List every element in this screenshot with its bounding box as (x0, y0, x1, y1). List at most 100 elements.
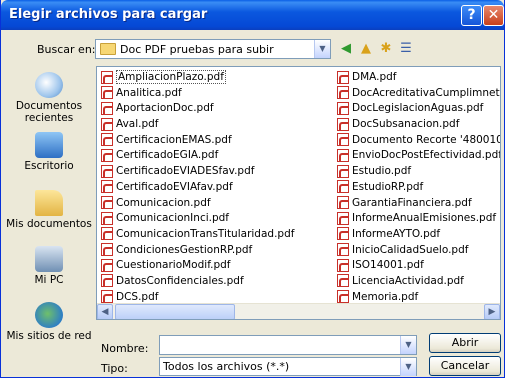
file-name: DocLegislacionAguas.pdf (352, 102, 484, 115)
file-item[interactable]: CondicionesGestionRP.pdf (101, 243, 336, 259)
help-button[interactable]: ? (461, 5, 482, 26)
place-label: Escritorio (24, 160, 74, 172)
lookin-label: Buscar en: (37, 43, 96, 56)
file-name: CertificadoEGIA.pdf (116, 149, 219, 162)
chevron-down-icon[interactable]: ▼ (314, 40, 330, 58)
file-item[interactable]: Comunicacion.pdf (101, 196, 336, 212)
file-name: Comunicacion.pdf (116, 196, 211, 209)
file-item[interactable]: ComunicacionTransTitularidad.pdf (101, 227, 336, 243)
file-item[interactable]: AportacionDoc.pdf (101, 101, 336, 117)
file-name: GarantiaFinanciera.pdf (352, 196, 472, 209)
file-item[interactable]: DatosConfidenciales.pdf (101, 274, 336, 290)
open-button[interactable]: Abrir (429, 333, 501, 353)
pdf-file-icon (337, 164, 349, 178)
desktop-icon (35, 132, 63, 158)
file-item[interactable]: LicenciaActividad.pdf (337, 274, 500, 290)
file-item[interactable]: EstudioRP.pdf (337, 180, 500, 196)
file-item[interactable]: DocSubsanacion.pdf (337, 117, 500, 133)
cancel-button[interactable]: Cancelar (429, 356, 501, 376)
file-item[interactable]: CertificacionEMAS.pdf (101, 133, 336, 149)
title-bar[interactable]: Elegir archivos para cargar ? ✕ (1, 0, 504, 30)
pdf-file-icon (337, 101, 349, 115)
scroll-left-button[interactable]: ◀ (97, 304, 113, 319)
scroll-right-button[interactable]: ▶ (484, 304, 500, 319)
pdf-file-icon (337, 117, 349, 131)
file-name: DMA.pdf (352, 71, 397, 83)
file-item[interactable]: Estudio.pdf (337, 164, 500, 180)
pdf-file-icon (101, 211, 113, 225)
pdf-file-icon (101, 274, 113, 288)
pdf-file-icon (101, 164, 113, 178)
filetype-label: Tipo: (101, 362, 128, 375)
file-name: Documento Recorte '4800100322 (352, 133, 500, 146)
place-label: Mis sitios de red (6, 330, 92, 342)
file-open-dialog: Elegir archivos para cargar ? ✕ Buscar e… (0, 0, 505, 378)
file-name: DocSubsanacion.pdf (352, 118, 460, 131)
place-label: Documentos recientes (15, 100, 83, 124)
back-icon[interactable]: ◀ (337, 40, 355, 58)
pdf-file-icon (337, 180, 349, 194)
pdf-file-icon (337, 133, 349, 147)
my-documents-icon (35, 190, 63, 216)
file-name: ISO14001.pdf (352, 259, 424, 272)
file-name: DatosConfidenciales.pdf (116, 274, 244, 287)
file-item[interactable]: GarantiaFinanciera.pdf (337, 196, 500, 212)
pdf-file-icon (101, 180, 113, 194)
pdf-file-icon (337, 211, 349, 225)
pdf-file-icon (101, 227, 113, 241)
file-item[interactable]: InformeAYTO.pdf (337, 227, 500, 243)
file-column-2: DMA.pdf DocAcreditativaCumplimnetoReqL Doc… (337, 70, 501, 305)
filename-input[interactable]: ▼ (159, 335, 417, 355)
scroll-thumb[interactable] (115, 304, 235, 319)
pdf-file-icon (101, 133, 113, 147)
file-name: ComunicacionTransTitularidad.pdf (116, 227, 295, 240)
pdf-file-icon (101, 243, 113, 257)
lookin-dropdown[interactable]: Doc PDF pruebas para subir ▼ (95, 39, 331, 59)
file-item[interactable]: ISO14001.pdf (337, 258, 500, 274)
file-item[interactable]: DMA.pdf (337, 70, 500, 86)
close-button[interactable]: ✕ (483, 5, 504, 26)
chevron-down-icon[interactable]: ▼ (400, 358, 416, 376)
file-item[interactable]: CertificadoEVIAfav.pdf (101, 180, 336, 196)
file-name: CertificadoEVIADESfav.pdf (116, 165, 255, 178)
pdf-file-icon (337, 196, 349, 209)
file-item[interactable]: CuestionarioModif.pdf (101, 258, 336, 274)
pdf-file-icon (101, 117, 113, 131)
file-item[interactable]: DocAcreditativaCumplimnetoReqL (337, 86, 500, 102)
file-item[interactable]: DocLegislacionAguas.pdf (337, 101, 500, 117)
file-item[interactable]: Documento Recorte '4800100322 (337, 133, 500, 149)
chevron-down-icon[interactable]: ▼ (400, 336, 416, 354)
file-item[interactable]: ComunicacionInci.pdf (101, 211, 336, 227)
place-network-places[interactable]: Mis sitios de red (5, 302, 93, 342)
file-item[interactable]: InicioCalidadSuelo.pdf (337, 243, 500, 259)
pdf-file-icon (337, 227, 349, 241)
up-folder-icon[interactable]: ▲ (357, 40, 375, 58)
file-column-1: AmpliacionPlazo.pdf Analitica.pdf Aportaci… (101, 70, 336, 305)
place-my-computer[interactable]: Mi PC (5, 246, 93, 286)
file-name: CertificadoEVIAfav.pdf (116, 180, 233, 193)
filename-label: Nombre: (101, 342, 149, 355)
file-item[interactable]: InformeAnualEmisiones.pdf (337, 211, 500, 227)
filetype-dropdown[interactable]: Todos los archivos (*.*) ▼ (159, 357, 417, 376)
horizontal-scrollbar[interactable]: ◀ ▶ (97, 303, 500, 319)
place-desktop[interactable]: Escritorio (5, 132, 93, 172)
new-folder-icon[interactable]: ✱ (377, 40, 395, 58)
file-name: EnvioDocPostEfectividad.pdf (352, 149, 501, 162)
file-name: InformeAnualEmisiones.pdf (352, 212, 497, 225)
pdf-file-icon (337, 148, 349, 162)
file-item[interactable]: EnvioDocPostEfectividad.pdf (337, 148, 501, 164)
pdf-file-icon (101, 70, 113, 84)
file-item[interactable]: AmpliacionPlazo.pdf (101, 70, 336, 86)
view-menu-icon[interactable]: ☰ (397, 40, 415, 58)
recent-documents-icon (35, 72, 63, 98)
file-list[interactable]: AmpliacionPlazo.pdf Analitica.pdf Aportaci… (96, 66, 501, 320)
file-item[interactable]: Analitica.pdf (101, 86, 336, 102)
file-name: Estudio.pdf (352, 165, 412, 178)
file-item[interactable]: CertificadoEGIA.pdf (101, 148, 336, 164)
places-bar: Documentos recientes Escritorio Mis docu… (5, 66, 93, 356)
file-name: Analitica.pdf (116, 86, 182, 99)
place-recent-documents[interactable]: Documentos recientes (5, 72, 93, 124)
file-item[interactable]: CertificadoEVIADESfav.pdf (101, 164, 336, 180)
place-my-documents[interactable]: Mis documentos (5, 190, 93, 230)
file-item[interactable]: Aval.pdf (101, 117, 336, 133)
